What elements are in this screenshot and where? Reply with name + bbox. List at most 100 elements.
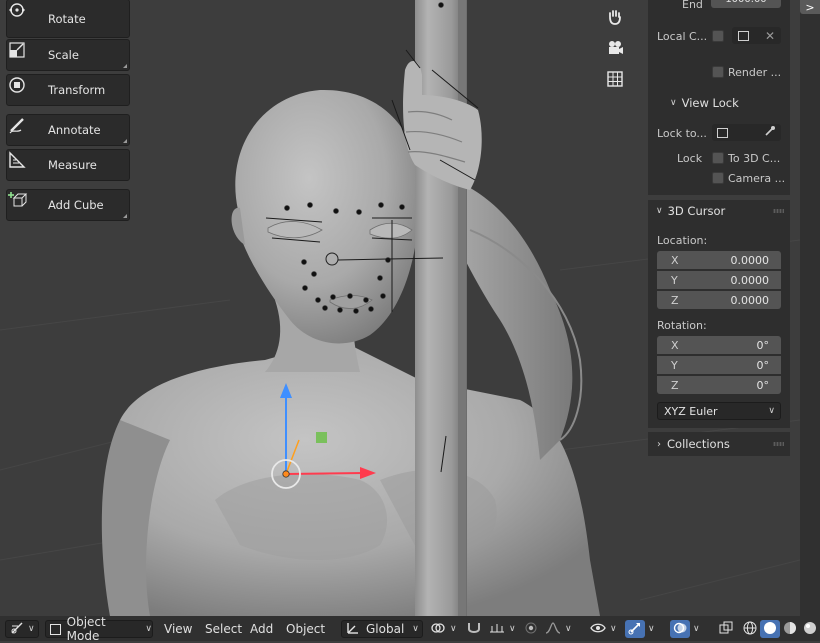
chevron-right-icon: › (657, 438, 661, 450)
editor-type-dropdown[interactable]: ∨ (5, 620, 39, 638)
lock-camera-row: Camera ... (648, 168, 790, 188)
axis-label: X (671, 338, 679, 352)
rotation-label-row: Rotation: (648, 315, 790, 335)
render-region-checkbox[interactable] (712, 66, 724, 78)
tool-scale[interactable]: Scale (6, 39, 130, 71)
overlays-icon (673, 621, 687, 638)
shading-wireframe-button[interactable] (740, 620, 760, 638)
clear-x-icon[interactable]: ✕ (765, 29, 775, 43)
3d-cursor-title: 3D Cursor (667, 204, 726, 218)
tool-transform[interactable]: Transform (6, 74, 130, 106)
location-z-field[interactable]: Z 0.0000 (657, 291, 781, 309)
scale-icon (9, 42, 36, 66)
local-camera-checkbox[interactable] (712, 30, 724, 42)
shading-material-button[interactable] (780, 620, 800, 638)
object-icon (717, 127, 728, 138)
collections-header[interactable]: › Collections (648, 433, 790, 455)
menu-add[interactable]: Add (250, 620, 273, 638)
location-x-field[interactable]: X 0.0000 (657, 251, 781, 269)
tool-measure[interactable]: Measure (6, 149, 130, 181)
gizmo-arrow-icon (628, 621, 642, 638)
proportional-falloff-dropdown[interactable]: ∨ (545, 620, 573, 638)
overlays-toggle[interactable] (670, 620, 690, 638)
clip-end-field[interactable]: 1000.00 (711, 0, 781, 8)
drag-grip-icon[interactable] (773, 442, 784, 446)
gizmo-dropdown[interactable]: ∨ (646, 620, 660, 638)
local-camera-render-row: Render ... (648, 62, 790, 82)
menu-select[interactable]: Select (205, 620, 242, 638)
wireframe-sphere-icon (743, 621, 757, 638)
local-camera-field[interactable]: ✕ (732, 27, 781, 44)
object-mode-dropdown[interactable]: Object Mode ∨ (45, 615, 153, 643)
lock-label: Lock (677, 151, 703, 165)
annotate-icon (9, 118, 36, 141)
snap-target-dropdown[interactable]: ∨ (489, 620, 519, 638)
transform-orientation-dropdown[interactable]: Global ∨ (341, 620, 423, 638)
gizmo-toggle[interactable] (625, 620, 645, 638)
rotation-y-field[interactable]: Y 0° (657, 356, 781, 374)
object-mode-icon (50, 623, 61, 635)
rotation-z-field[interactable]: Z 0° (657, 376, 781, 394)
chevron-down-icon: ∨ (693, 624, 700, 634)
rotation-label: Rotation: (657, 318, 707, 332)
drag-grip-icon[interactable] (773, 209, 784, 213)
chevron-down-icon: ∨ (450, 624, 457, 634)
3d-cursor-header[interactable]: ∨ 3D Cursor (648, 200, 790, 222)
chevron-down-icon: ∨ (28, 624, 35, 634)
location-label-row: Location: (648, 230, 790, 250)
axis-value: 0.0000 (730, 253, 770, 267)
chevron-down-icon: ∨ (768, 406, 775, 416)
lock-to-cursor-checkbox[interactable] (712, 152, 724, 164)
snap-toggle[interactable] (466, 620, 488, 638)
pivot-point-dropdown[interactable]: ∨ (430, 620, 460, 638)
rotation-mode-dropdown[interactable]: XYZ Euler ∨ (657, 402, 781, 420)
chevron-down-icon: ∨ (509, 624, 516, 634)
shading-solid-button[interactable] (760, 620, 780, 638)
rendered-sphere-icon (803, 621, 817, 638)
axis-label: X (671, 253, 679, 267)
visibility-dropdown[interactable]: ∨ (590, 620, 620, 638)
tool-rotate-label: Rotate (48, 11, 86, 26)
local-camera-row: Local C... ✕ (648, 26, 790, 46)
collections-panel: › Collections (648, 432, 790, 456)
eye-icon (590, 622, 606, 637)
to-3d-cursor-label: To 3D C... (728, 151, 781, 165)
location-y-field[interactable]: Y 0.0000 (657, 271, 781, 289)
proportional-editing-toggle[interactable] (524, 620, 544, 638)
lock-to-object-field[interactable] (712, 124, 781, 141)
menu-view[interactable]: View (164, 620, 192, 638)
pan-view-button[interactable] (606, 8, 632, 34)
camera-view-button[interactable] (606, 39, 632, 65)
clip-end-row: End 1000.00 (648, 0, 790, 14)
rotation-x-field[interactable]: X 0° (657, 336, 781, 354)
chevron-down-icon: ∨ (656, 206, 663, 216)
tool-annotate[interactable]: Annotate (6, 114, 130, 146)
clip-end-label: End (682, 0, 703, 11)
transform-icon (9, 77, 36, 101)
xray-icon (719, 621, 733, 638)
axis-value: 0.0000 (730, 273, 770, 287)
n-panel-sidebar: End 1000.00 Local C... ✕ Render ... ∨ Vi… (648, 0, 792, 458)
xray-toggle[interactable] (716, 620, 736, 638)
ortho-toggle-button[interactable] (606, 70, 632, 96)
axis-label: Y (671, 358, 678, 372)
collections-title: Collections (667, 437, 730, 451)
axis-value: 0.0000 (730, 293, 770, 307)
axis-label: Z (671, 378, 679, 392)
eyedropper-icon[interactable] (764, 125, 776, 140)
overlays-dropdown[interactable]: ∨ (691, 620, 705, 638)
orientation-icon (346, 621, 360, 638)
shading-rendered-button[interactable] (800, 620, 820, 638)
view-lock-header[interactable]: ∨ View Lock (648, 93, 790, 113)
tool-scale-label: Scale (48, 48, 79, 62)
expand-tabs-button[interactable]: > (800, 0, 820, 14)
chevron-down-icon: ∨ (648, 624, 655, 634)
tool-add-cube[interactable]: Add Cube (6, 189, 130, 221)
tool-measure-label: Measure (48, 158, 97, 172)
menu-object[interactable]: Object (286, 620, 325, 638)
chevron-down-icon: ∨ (610, 624, 617, 634)
chevron-down-icon: ∨ (670, 98, 677, 108)
proportional-dot-icon (524, 621, 538, 638)
lock-camera-checkbox[interactable] (712, 172, 724, 184)
tool-rotate[interactable]: Rotate (6, 0, 130, 38)
